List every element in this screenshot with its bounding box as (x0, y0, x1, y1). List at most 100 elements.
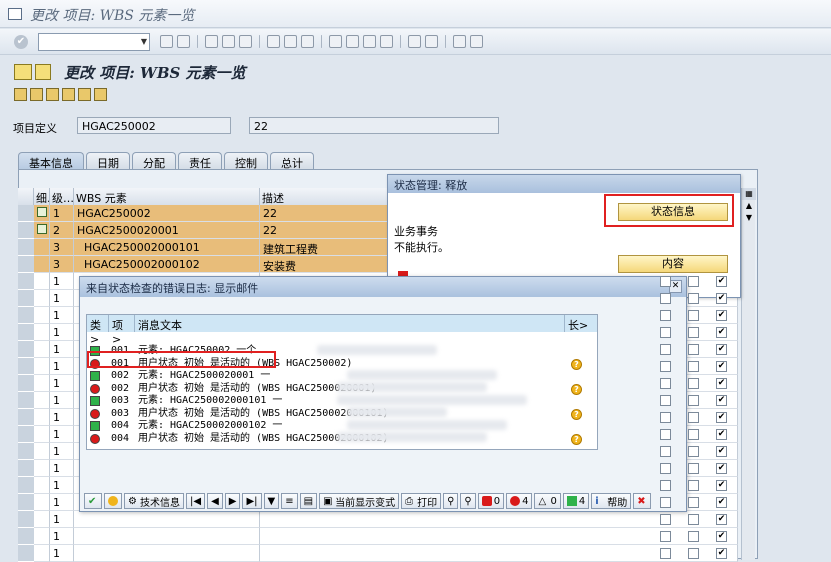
row-checkbox[interactable] (688, 463, 699, 474)
row-selector[interactable] (18, 545, 34, 562)
row-checkbox[interactable]: ✔ (716, 497, 727, 508)
hierarchy-icon[interactable] (30, 88, 43, 101)
long-text-icon[interactable]: ? (571, 408, 582, 420)
layout-icon[interactable] (470, 35, 483, 48)
project-desc-field[interactable]: 22 (249, 117, 499, 134)
row-selector[interactable] (18, 460, 34, 477)
detail-icon[interactable] (37, 207, 47, 217)
row-checkbox[interactable] (660, 293, 671, 304)
row-detail-cell[interactable] (34, 205, 50, 222)
row-detail-cell[interactable] (34, 375, 50, 392)
row-checkbox[interactable] (688, 378, 699, 389)
list-item[interactable]: 003 用户状态 初始 是活动的 (WBS HGAC250002000101) (87, 408, 599, 420)
row-wbs[interactable] (74, 545, 260, 562)
row-checkbox[interactable]: ✔ (716, 446, 727, 457)
project-id-field[interactable]: HGAC250002 (77, 117, 231, 134)
layout-icon[interactable]: ▤ (299, 493, 318, 509)
row-checkbox[interactable] (688, 327, 699, 338)
first-icon[interactable]: |◀ (186, 493, 206, 509)
row-wbs[interactable]: HGAC250002000102 (74, 256, 260, 273)
next-icon[interactable]: ▶ (224, 493, 241, 509)
last-page-icon[interactable] (380, 35, 393, 48)
col-type[interactable]: 类> (87, 315, 109, 346)
row-selector[interactable] (18, 324, 34, 341)
next-page-icon[interactable] (363, 35, 376, 48)
stop-filter-button[interactable]: 0 (477, 493, 505, 509)
row-checkbox[interactable] (688, 276, 699, 287)
tech-info-button[interactable]: ⚙ 技术信息 (124, 493, 184, 509)
chevron-down-icon[interactable]: ▼ (141, 37, 147, 46)
row-checkbox[interactable] (660, 531, 671, 542)
row-selector[interactable] (18, 392, 34, 409)
row-checkbox[interactable] (660, 497, 671, 508)
current-variant-button[interactable]: ▣ 当前显示变式 (319, 493, 400, 509)
col-text[interactable]: 消息文本 (135, 315, 565, 332)
tab-totals[interactable]: 总计 (270, 152, 314, 170)
row-checkbox[interactable]: ✔ (716, 480, 727, 491)
row-detail-cell[interactable] (34, 358, 50, 375)
row-checkbox[interactable] (688, 412, 699, 423)
row-selector[interactable] (18, 409, 34, 426)
long-text-icon[interactable]: ? (571, 358, 582, 370)
row-selector[interactable] (18, 273, 34, 290)
copy-icon[interactable] (46, 88, 59, 101)
row-selector[interactable] (18, 239, 34, 256)
help-q-button[interactable] (104, 493, 122, 509)
row-checkbox[interactable] (688, 344, 699, 355)
row-selector[interactable] (18, 290, 34, 307)
row-checkbox[interactable] (660, 514, 671, 525)
row-detail-cell[interactable] (34, 443, 50, 460)
row-checkbox[interactable] (688, 310, 699, 321)
col-length[interactable]: 长> (565, 315, 597, 332)
cancel-icon[interactable] (222, 35, 235, 48)
list-item[interactable]: 004 元素: HGAC250002000102 一 (87, 420, 599, 432)
row-checkbox[interactable] (660, 395, 671, 406)
row-detail-cell[interactable] (34, 528, 50, 545)
row-checkbox[interactable]: ✔ (716, 327, 727, 338)
row-checkbox[interactable]: ✔ (716, 276, 727, 287)
row-detail-cell[interactable] (34, 273, 50, 290)
row-checkbox[interactable] (688, 361, 699, 372)
find-next-icon[interactable] (301, 35, 314, 48)
row-wbs[interactable] (74, 528, 260, 545)
new-session-icon[interactable] (408, 35, 421, 48)
row-selector[interactable] (18, 375, 34, 392)
first-page-icon[interactable] (329, 35, 342, 48)
row-wbs[interactable] (74, 511, 260, 528)
table-row[interactable]: 1 (18, 528, 748, 545)
print-button[interactable]: ⎙ 打印 (401, 493, 442, 509)
move-icon[interactable] (62, 88, 75, 101)
settings-icon[interactable]: ▦ (742, 188, 756, 200)
row-checkbox[interactable] (688, 514, 699, 525)
long-text-icon[interactable]: ? (571, 383, 582, 395)
success-filter-button[interactable]: 4 (562, 493, 590, 509)
prev-icon[interactable]: ◀ (207, 493, 223, 509)
row-checkbox[interactable] (660, 378, 671, 389)
overview-icon[interactable] (14, 64, 32, 80)
row-checkbox[interactable] (660, 327, 671, 338)
row-checkbox[interactable] (688, 293, 699, 304)
find-icon[interactable] (284, 35, 297, 48)
end-icon[interactable] (239, 35, 252, 48)
row-detail-cell[interactable] (34, 341, 50, 358)
row-checkbox[interactable] (688, 548, 699, 559)
row-checkbox[interactable] (688, 531, 699, 542)
row-detail-cell[interactable] (34, 239, 50, 256)
row-checkbox[interactable]: ✔ (716, 514, 727, 525)
row-checkbox[interactable]: ✔ (716, 344, 727, 355)
find-next-icon[interactable]: ⚲ (460, 493, 476, 509)
row-detail-cell[interactable] (34, 460, 50, 477)
row-selector[interactable] (18, 307, 34, 324)
row-selector[interactable] (18, 528, 34, 545)
row-checkbox[interactable] (660, 429, 671, 440)
row-detail-cell[interactable] (34, 477, 50, 494)
row-detail-cell[interactable] (34, 307, 50, 324)
find-icon[interactable]: ⚲ (443, 493, 459, 509)
content-button[interactable]: 内容 (618, 255, 728, 273)
tab-dates[interactable]: 日期 (86, 152, 130, 170)
row-selector[interactable] (18, 256, 34, 273)
exit-icon[interactable] (205, 35, 218, 48)
shortcut-icon[interactable] (425, 35, 438, 48)
header-level[interactable]: 级… (50, 188, 74, 205)
error-filter-button[interactable]: 4 (506, 493, 533, 509)
